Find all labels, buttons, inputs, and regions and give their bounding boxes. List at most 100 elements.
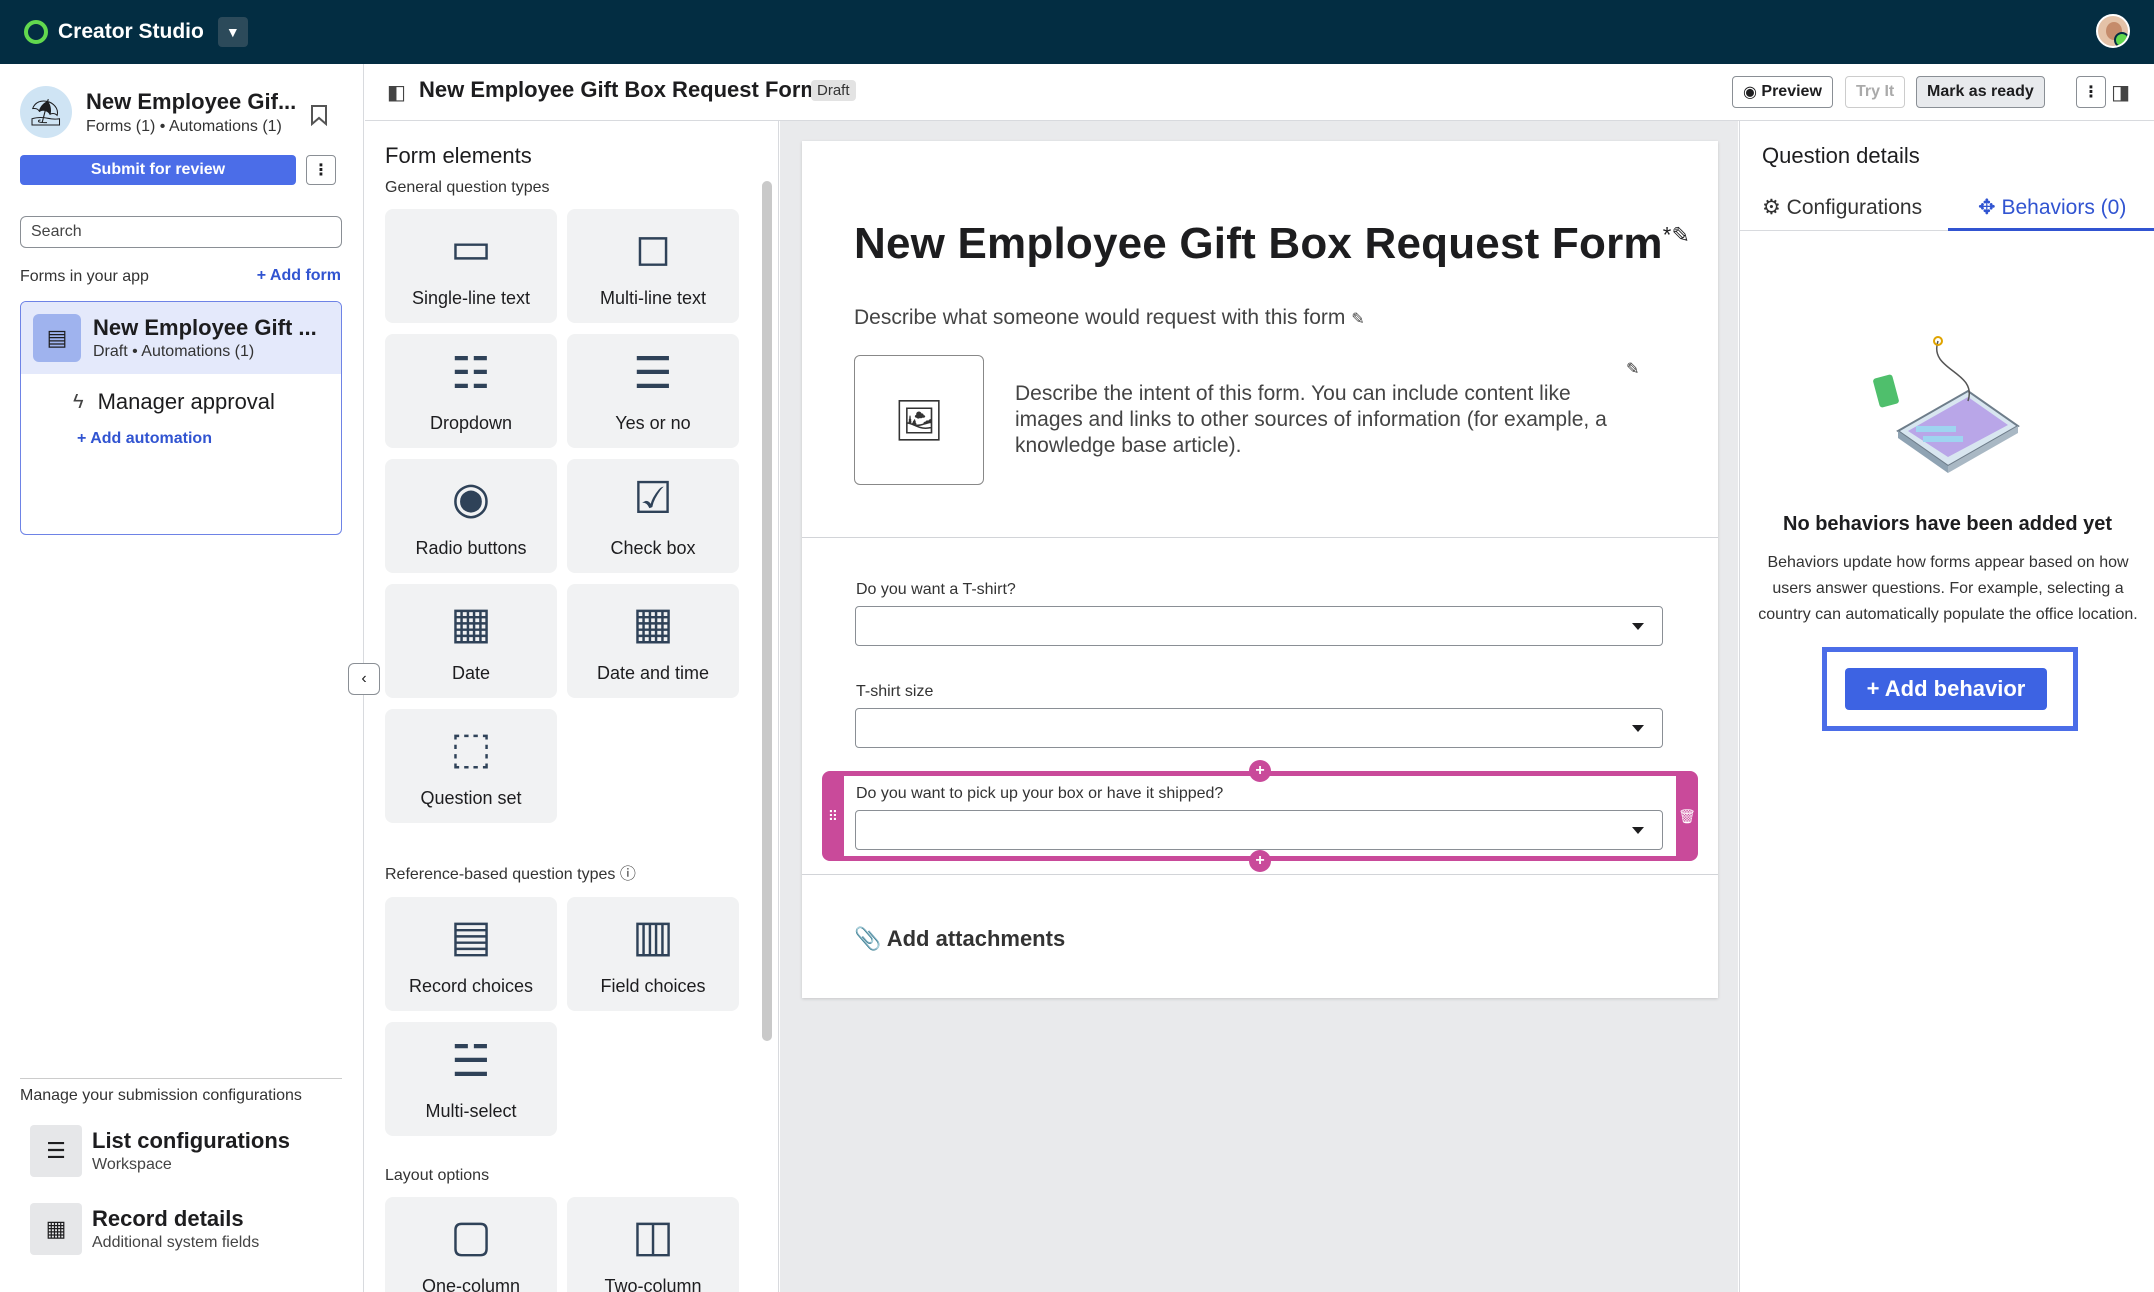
add-behavior-button[interactable]: + Add behavior: [1845, 668, 2047, 710]
edit-pencil-icon[interactable]: ✎: [1626, 359, 1639, 379]
delete-trash-icon[interactable]: 🗑: [1676, 771, 1698, 861]
paperclip-icon: 📎: [854, 926, 882, 951]
add-automation-link[interactable]: + Add automation: [21, 430, 341, 448]
yes-no-icon: ☰: [633, 349, 673, 398]
brand[interactable]: Creator Studio ▼: [24, 17, 248, 47]
app-sidebar: ⛱ New Employee Gif... Forms (1) • Automa…: [0, 64, 364, 1292]
question-label: Do you want to pick up your box or have …: [856, 785, 1224, 802]
empty-state-illustration: [1873, 336, 2020, 473]
chevron-left-icon: ‹: [361, 670, 367, 687]
calendar-icon: ▦: [450, 599, 492, 648]
creator-studio-logo-icon: [24, 20, 48, 44]
question-details-panel: Question details ⚙ Configurations ✥ Beha…: [1739, 121, 2154, 1292]
config-title: List configurations: [92, 1128, 290, 1153]
element-date-and-time[interactable]: ▦ Date and time: [567, 584, 739, 698]
active-tab-indicator: [1948, 228, 2154, 231]
collapse-sidebar-button[interactable]: ‹: [348, 663, 380, 695]
insert-above-plus-icon[interactable]: +: [1249, 760, 1271, 782]
status-badge: Draft: [811, 80, 856, 101]
form-elements-panel: Form elements General question types ▭ Si…: [365, 121, 779, 1292]
automation-label: Manager approval: [97, 389, 275, 414]
bookmark-icon[interactable]: [310, 104, 328, 133]
edit-pencil-icon[interactable]: ✎: [1672, 222, 1691, 247]
empty-state-title: No behaviors have been added yet: [1783, 513, 2112, 535]
add-attachments-button[interactable]: 📎 Add attachments: [854, 926, 1065, 952]
form-item-title: New Employee Gift ...: [93, 315, 317, 340]
divider: [802, 537, 1718, 538]
element-date[interactable]: ▦ Date: [385, 584, 557, 698]
element-single-line-text[interactable]: ▭ Single-line text: [385, 209, 557, 323]
mark-as-ready-button[interactable]: Mark as ready: [1916, 76, 2045, 108]
list-icon: ☰: [30, 1125, 82, 1177]
automation-item[interactable]: ϟ Manager approval: [21, 374, 341, 430]
search-input[interactable]: Search: [20, 216, 342, 248]
general-types-label: General question types: [385, 179, 550, 196]
header-more-button[interactable]: ⋮: [2076, 76, 2106, 108]
form-description[interactable]: Describe what someone would request with…: [854, 306, 1365, 330]
question-label: T-shirt size: [856, 683, 934, 700]
toggle-details-panel-icon[interactable]: ◨: [2111, 80, 2130, 105]
one-column-icon: ▢: [450, 1212, 492, 1261]
form-intent-text[interactable]: Describe the intent of this form. You ca…: [1015, 381, 1625, 459]
config-title: Record details: [92, 1206, 244, 1231]
record-icon: ▦: [30, 1203, 82, 1255]
form-card: New Employee Gift Box Request Form*✎ Des…: [802, 141, 1718, 998]
behaviors-icon: ✥: [1978, 196, 1996, 219]
scrollbar[interactable]: [762, 181, 772, 1041]
element-field-choices[interactable]: ▥ Field choices: [567, 897, 739, 1011]
radio-button-icon: ◉: [451, 474, 491, 523]
forms-section-label: Forms in your app: [20, 268, 149, 285]
user-avatar[interactable]: [2096, 14, 2130, 48]
layout-options-label: Layout options: [385, 1167, 490, 1184]
element-radio-buttons[interactable]: ◉ Radio buttons: [385, 459, 557, 573]
sliders-icon: ⚙: [1762, 196, 1781, 219]
checkbox-icon: ☑: [633, 474, 673, 523]
pickup-or-ship-dropdown[interactable]: [855, 810, 1663, 850]
element-check-box[interactable]: ☑ Check box: [567, 459, 739, 573]
reference-types-label: Reference-based question types ⓘ: [385, 866, 636, 883]
element-record-choices[interactable]: ▤ Record choices: [385, 897, 557, 1011]
element-two-column[interactable]: ◫ Two-column: [567, 1197, 739, 1292]
try-it-button[interactable]: Try It: [1845, 76, 1906, 108]
two-column-icon: ◫: [632, 1212, 674, 1261]
element-question-set[interactable]: ⬚ Question set: [385, 709, 557, 823]
manage-configs-label: Manage your submission configurations: [20, 1087, 302, 1104]
toggle-panel-icon[interactable]: ◧: [387, 80, 406, 105]
element-multi-select[interactable]: ☱ Multi-select: [385, 1022, 557, 1136]
dropdown-icon: ☷: [451, 349, 491, 398]
tshirt-size-dropdown[interactable]: [855, 708, 1663, 748]
element-multi-line-text[interactable]: ◻ Multi-line text: [567, 209, 739, 323]
field-choices-icon: ▥: [632, 912, 674, 961]
app-title: New Employee Gif...: [86, 88, 297, 114]
tab-configurations[interactable]: ⚙ Configurations: [1762, 195, 1922, 220]
form-canvas: New Employee Gift Box Request Form*✎ Des…: [780, 121, 1738, 1292]
list-configurations-item[interactable]: ☰ List configurations Workspace: [30, 1125, 290, 1177]
page-title: New Employee Gift Box Request Form: [419, 77, 820, 102]
multi-line-text-icon: ◻: [634, 224, 672, 273]
info-icon[interactable]: ⓘ: [620, 866, 636, 883]
divider: [20, 1078, 342, 1079]
submit-for-review-button[interactable]: Submit for review: [20, 155, 296, 185]
more-options-button[interactable]: ⋮: [306, 155, 336, 185]
edit-pencil-icon[interactable]: ✎: [1351, 311, 1364, 328]
add-image-icon: 🖼: [893, 398, 945, 443]
preview-button[interactable]: ◉ Preview: [1732, 76, 1833, 108]
element-dropdown[interactable]: ☷ Dropdown: [385, 334, 557, 448]
element-yes-or-no[interactable]: ☰ Yes or no: [567, 334, 739, 448]
tab-behaviors[interactable]: ✥ Behaviors (0): [1978, 195, 2126, 220]
insert-below-plus-icon[interactable]: +: [1249, 850, 1271, 872]
automation-bolt-icon: ϟ: [73, 390, 84, 413]
record-details-item[interactable]: ▦ Record details Additional system field…: [30, 1203, 259, 1255]
add-form-link[interactable]: + Add form: [257, 267, 341, 285]
app-header: ⛱ New Employee Gif... Forms (1) • Automa…: [20, 86, 296, 138]
eye-icon: ◉: [1743, 84, 1762, 101]
element-one-column[interactable]: ▢ One-column: [385, 1197, 557, 1292]
form-list-item[interactable]: ▤ New Employee Gift ... Draft • Automati…: [21, 302, 341, 374]
add-image-button[interactable]: 🖼: [854, 355, 984, 485]
app-switcher-dropdown-icon[interactable]: ▼: [217, 17, 248, 47]
single-line-text-icon: ▭: [450, 224, 492, 273]
brand-title: Creator Studio: [58, 20, 204, 43]
drag-handle-icon[interactable]: ⠿: [822, 771, 844, 861]
form-title[interactable]: New Employee Gift Box Request Form*✎: [854, 219, 1690, 269]
tshirt-dropdown[interactable]: [855, 606, 1663, 646]
